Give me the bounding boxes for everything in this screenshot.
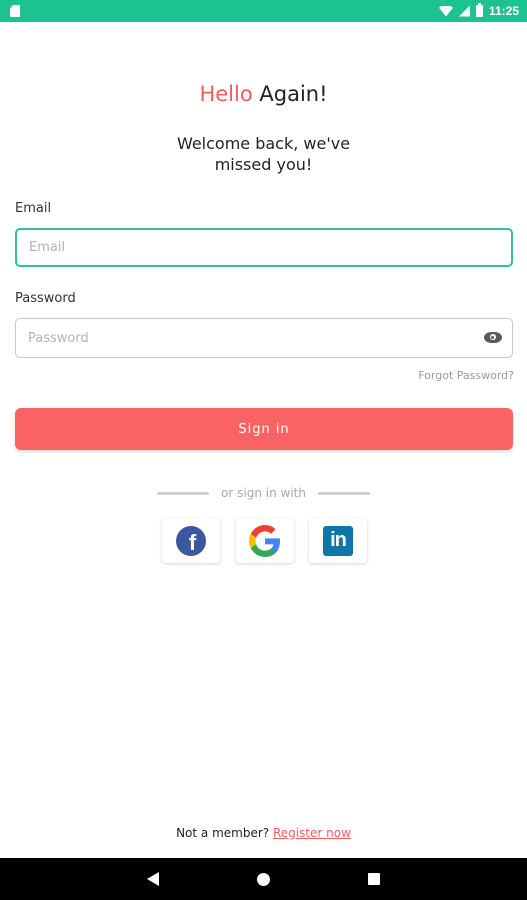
forgot-password-link[interactable]: Forgot Password? (418, 369, 514, 382)
register-prompt: Not a member? Register now (0, 826, 527, 840)
eye-icon (483, 331, 502, 343)
status-left (10, 5, 20, 17)
email-field[interactable] (15, 228, 513, 267)
social-login-row: f in (162, 518, 367, 563)
divider-line-left (157, 491, 210, 495)
recents-icon[interactable] (368, 873, 380, 885)
linkedin-login-button[interactable]: in (309, 518, 367, 563)
back-icon[interactable] (147, 872, 159, 886)
google-login-button[interactable] (235, 518, 294, 563)
navigation-bar (0, 858, 527, 900)
welcome-subtitle: Welcome back, we've missed you! (0, 133, 527, 175)
wifi-icon (438, 5, 453, 17)
title-rest: Again! (252, 82, 328, 106)
subtitle-line-2: missed you! (214, 155, 313, 174)
email-label: Email (15, 201, 52, 216)
sim-card-icon (10, 5, 20, 17)
facebook-icon: f (176, 525, 206, 556)
google-icon (248, 524, 280, 557)
register-prompt-text: Not a member? (176, 826, 273, 840)
status-bar: 11:25 (0, 0, 527, 22)
divider-line-right (317, 491, 370, 495)
linkedin-icon: in (323, 525, 353, 556)
divider-text: or sign in with (221, 486, 306, 500)
register-link[interactable]: Register now (273, 826, 351, 840)
password-field[interactable] (15, 318, 513, 358)
status-right: 11:25 (438, 3, 519, 18)
signal-icon (458, 5, 470, 17)
page-title: Hello Again! (0, 82, 527, 106)
title-accent: Hello (199, 82, 253, 106)
facebook-login-button[interactable]: f (162, 518, 220, 563)
home-icon[interactable] (257, 872, 270, 886)
password-visibility-toggle[interactable] (480, 326, 505, 348)
social-divider: or sign in with (0, 486, 527, 500)
subtitle-line-1: Welcome back, we've (176, 134, 351, 153)
sign-in-button[interactable]: Sign in (15, 408, 513, 450)
password-label: Password (15, 291, 76, 306)
status-time: 11:25 (488, 4, 519, 18)
battery-icon (475, 3, 483, 17)
